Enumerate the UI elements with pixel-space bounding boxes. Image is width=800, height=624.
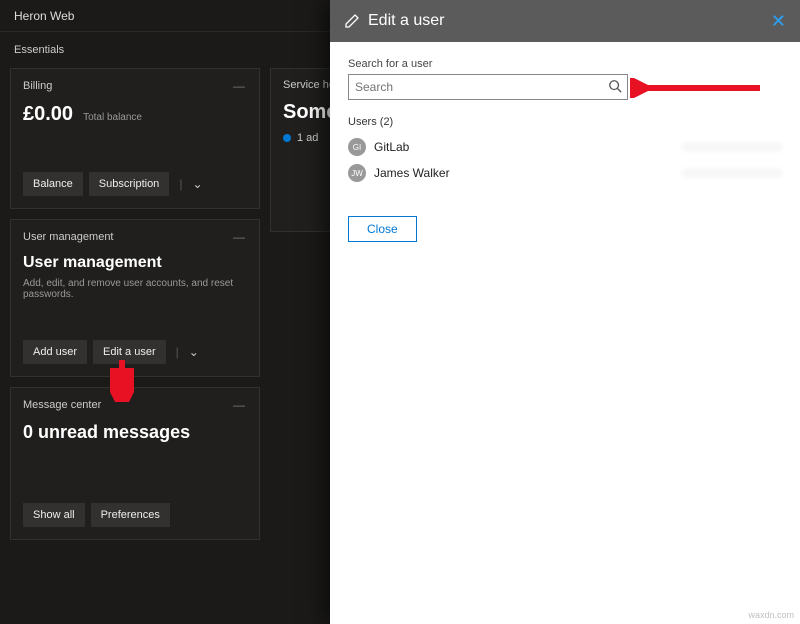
show-all-button[interactable]: Show all <box>23 503 85 527</box>
edit-user-button[interactable]: Edit a user <box>93 340 166 364</box>
billing-caption: Total balance <box>83 112 142 123</box>
unread-heading: 0 unread messages <box>23 422 247 443</box>
service-advisory: 1 ad <box>297 132 318 144</box>
edit-user-panel: Edit a user ✕ Search for a user Users (2… <box>330 0 800 624</box>
card-user-management: User management — User management Add, e… <box>10 219 260 377</box>
card-billing: Billing — £0.00 Total balance Balance Su… <box>10 68 260 209</box>
status-dot-icon <box>283 134 291 142</box>
user-name: GitLab <box>374 140 409 154</box>
user-row[interactable]: JW James Walker <box>348 160 782 186</box>
card-title: Service he <box>283 79 335 91</box>
search-icon[interactable] <box>608 79 622 96</box>
brand-name: Heron Web <box>0 9 88 23</box>
preferences-button[interactable]: Preferences <box>91 503 170 527</box>
user-name: James Walker <box>374 166 450 180</box>
user-mgmt-desc: Add, edit, and remove user accounts, and… <box>23 278 247 300</box>
users-count-label: Users (2) <box>348 116 782 128</box>
add-user-button[interactable]: Add user <box>23 340 87 364</box>
search-label: Search for a user <box>348 58 782 70</box>
collapse-icon[interactable]: — <box>233 398 247 412</box>
panel-title: Edit a user <box>368 12 763 30</box>
panel-header: Edit a user ✕ <box>330 0 800 42</box>
user-email-redacted <box>682 142 782 152</box>
card-title: User management <box>23 231 114 243</box>
balance-button[interactable]: Balance <box>23 172 83 196</box>
collapse-icon[interactable]: — <box>233 79 247 93</box>
close-icon[interactable]: ✕ <box>771 11 786 32</box>
billing-amount: £0.00 <box>23 103 73 126</box>
user-email-redacted <box>682 168 782 178</box>
subscription-button[interactable]: Subscription <box>89 172 170 196</box>
chevron-down-icon[interactable]: ⌄ <box>192 177 202 191</box>
avatar: JW <box>348 164 366 182</box>
avatar: GI <box>348 138 366 156</box>
user-row[interactable]: GI GitLab <box>348 134 782 160</box>
watermark: waxdn.com <box>748 610 794 620</box>
collapse-icon[interactable]: — <box>233 230 247 244</box>
card-message-center: Message center — 0 unread messages Show … <box>10 387 260 540</box>
close-button[interactable]: Close <box>348 216 417 242</box>
card-title: Message center <box>23 399 101 411</box>
user-mgmt-heading: User management <box>23 254 247 272</box>
user-search-input[interactable] <box>348 74 628 100</box>
chevron-down-icon[interactable]: ⌄ <box>189 345 199 359</box>
card-title: Billing <box>23 80 52 92</box>
pencil-icon <box>344 13 360 29</box>
